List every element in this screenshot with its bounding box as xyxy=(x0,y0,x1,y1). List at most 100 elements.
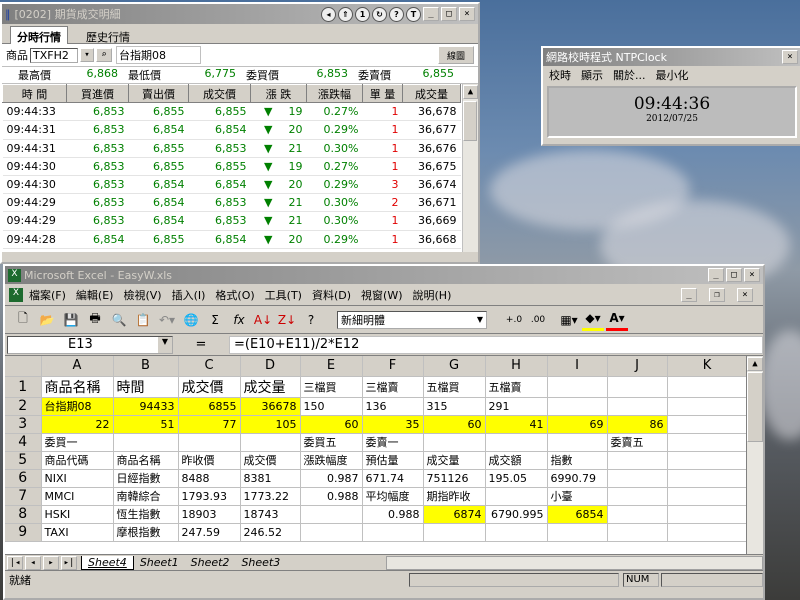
cell-E3[interactable]: 60 xyxy=(300,415,363,434)
minimize-button[interactable]: _ xyxy=(423,7,439,21)
refresh-icon[interactable]: ↻ xyxy=(372,6,387,22)
close-button[interactable]: × xyxy=(459,7,475,21)
cell-D3[interactable]: 105 xyxy=(240,415,301,434)
last-sheet-icon[interactable]: ▸| xyxy=(61,555,77,570)
cell-J3[interactable]: 86 xyxy=(607,415,668,434)
sheet-tab-sheet4[interactable]: Sheet4 xyxy=(81,555,134,570)
cell-B4[interactable] xyxy=(113,433,179,452)
cell-E6[interactable]: 0.987 xyxy=(300,469,363,488)
cell-G5[interactable]: 成交量 xyxy=(423,451,486,470)
column-header-D[interactable]: D xyxy=(240,356,301,377)
cell-D2[interactable]: 36678 xyxy=(240,397,301,416)
col-header[interactable]: 漲跌幅 xyxy=(306,84,363,104)
column-header-A[interactable]: A xyxy=(41,356,114,377)
cell-A9[interactable]: TAXI xyxy=(41,523,114,542)
cell-I1[interactable] xyxy=(547,376,608,398)
cell-B2[interactable]: 94433 xyxy=(113,397,179,416)
cell-C2[interactable]: 6855 xyxy=(178,397,241,416)
scroll-thumb[interactable] xyxy=(747,372,763,442)
cell-I3[interactable]: 69 xyxy=(547,415,608,434)
tick-row[interactable]: 09:44:29 6,853 6,854 6,853 ▼ 21 0.30% 2 36,671 xyxy=(2,193,461,213)
column-header-K[interactable]: K xyxy=(667,356,748,377)
tick-row[interactable]: 09:44:31 6,853 6,854 6,854 ▼ 20 0.29% 1 36,677 xyxy=(2,120,461,140)
column-header-H[interactable]: H xyxy=(485,356,548,377)
chevron-down-icon[interactable]: ▼ xyxy=(477,315,483,324)
cell-F2[interactable]: 136 xyxy=(362,397,424,416)
cell-G8[interactable]: 6874 xyxy=(423,505,486,524)
cell-E9[interactable] xyxy=(300,523,363,542)
close-button[interactable]: × xyxy=(782,50,798,64)
cell-A6[interactable]: NIXI xyxy=(41,469,114,488)
cell-H7[interactable] xyxy=(485,487,548,506)
excel-titlebar[interactable]: X Microsoft Excel - EasyW.xls _ □ × xyxy=(5,266,763,284)
tick-row[interactable]: 09:44:29 6,853 6,854 6,853 ▼ 21 0.30% 1 36,669 xyxy=(2,211,461,231)
row-header[interactable]: 6 xyxy=(5,469,42,488)
first-sheet-icon[interactable]: |◂ xyxy=(7,555,23,570)
cell-D5[interactable]: 成交價 xyxy=(240,451,301,470)
cell-D9[interactable]: 246.52 xyxy=(240,523,301,542)
cell-D7[interactable]: 1773.22 xyxy=(240,487,301,506)
dropdown-arrow-icon[interactable]: ▾ xyxy=(80,48,94,62)
tick-row[interactable]: 09:44:33 6,853 6,855 6,855 ▼ 19 0.27% 1 36,678 xyxy=(2,102,461,122)
product-code-input[interactable]: TXFH2 xyxy=(30,47,78,63)
menu-minimize[interactable]: 最小化 xyxy=(656,67,689,83)
sort-desc-icon[interactable]: Z↓ xyxy=(276,309,298,331)
decrease-decimal-icon[interactable]: .00 xyxy=(527,309,549,331)
hyperlink-icon[interactable]: 🌐 xyxy=(180,309,202,331)
menu-format[interactable]: 格式(O) xyxy=(215,287,254,303)
cell-B1[interactable]: 時間 xyxy=(113,376,179,398)
cell-G2[interactable]: 315 xyxy=(423,397,486,416)
cell-J4[interactable]: 委賣五 xyxy=(607,433,668,452)
col-header[interactable]: 漲 跌 xyxy=(250,84,307,104)
doc-close-button[interactable]: × xyxy=(737,287,753,302)
sheet-hscrollbar[interactable] xyxy=(386,555,763,570)
select-all-corner[interactable] xyxy=(5,356,42,377)
ticks-scrollbar[interactable]: ▲ xyxy=(462,84,478,252)
menu-sync[interactable]: 校時 xyxy=(549,67,571,83)
column-header-G[interactable]: G xyxy=(423,356,486,377)
menu-insert[interactable]: 插入(I) xyxy=(172,287,206,303)
col-header[interactable]: 單 量 xyxy=(362,84,403,104)
tick-row[interactable]: 09:44:30 6,853 6,855 6,855 ▼ 19 0.27% 1 36,675 xyxy=(2,157,461,176)
cell-B8[interactable]: 恆生指數 xyxy=(113,505,179,524)
cell-H4[interactable] xyxy=(485,433,548,452)
cell-A8[interactable]: HSKI xyxy=(41,505,114,524)
col-header[interactable]: 時 間 xyxy=(2,84,67,104)
cell-C4[interactable] xyxy=(178,433,241,452)
menu-about[interactable]: 關於... xyxy=(613,67,646,83)
cell-J5[interactable] xyxy=(607,451,668,470)
row-header[interactable]: 3 xyxy=(5,415,42,434)
doc-restore-button[interactable]: ❐ xyxy=(709,287,725,302)
col-header[interactable]: 買進價 xyxy=(66,84,129,104)
fill-color-icon[interactable]: ◆▾ xyxy=(582,309,604,331)
cell-E5[interactable]: 漲跌幅度 xyxy=(300,451,363,470)
autosum-icon[interactable]: Σ xyxy=(204,309,226,331)
cell-C1[interactable]: 成交價 xyxy=(178,376,241,398)
sheet-vscrollbar[interactable]: ▲ xyxy=(746,356,763,554)
cell-I7[interactable]: 小臺 xyxy=(547,487,608,506)
row-header[interactable]: 2 xyxy=(5,397,42,416)
sheet-tab-sheet3[interactable]: Sheet3 xyxy=(235,556,286,569)
menu-tools[interactable]: 工具(T) xyxy=(265,287,302,303)
clock-titlebar[interactable]: 網路校時程式 NTPClock × xyxy=(543,48,800,66)
menu-display[interactable]: 顯示 xyxy=(581,67,603,83)
prev-sheet-icon[interactable]: ◂ xyxy=(25,555,41,570)
info-icon[interactable]: 1 xyxy=(355,6,370,22)
cell-H2[interactable]: 291 xyxy=(485,397,548,416)
undo-icon[interactable]: ↶▾ xyxy=(156,309,178,331)
cell-B3[interactable]: 51 xyxy=(113,415,179,434)
cell-G7[interactable]: 期指昨收 xyxy=(423,487,486,506)
row-header[interactable]: 4 xyxy=(5,433,42,452)
cell-E1[interactable]: 三檔買 xyxy=(300,376,363,398)
tab-intraday[interactable]: 分時行情 xyxy=(10,26,68,44)
cell-B6[interactable]: 日經指數 xyxy=(113,469,179,488)
menu-window[interactable]: 視窗(W) xyxy=(361,287,402,303)
cell-K8[interactable] xyxy=(667,505,748,524)
row-header[interactable]: 5 xyxy=(5,451,42,470)
increase-decimal-icon[interactable]: +.0 xyxy=(503,309,525,331)
cell-A7[interactable]: MMCI xyxy=(41,487,114,506)
cell-H6[interactable]: 195.05 xyxy=(485,469,548,488)
cell-F6[interactable]: 671.74 xyxy=(362,469,424,488)
cell-J2[interactable] xyxy=(607,397,668,416)
column-header-C[interactable]: C xyxy=(178,356,241,377)
